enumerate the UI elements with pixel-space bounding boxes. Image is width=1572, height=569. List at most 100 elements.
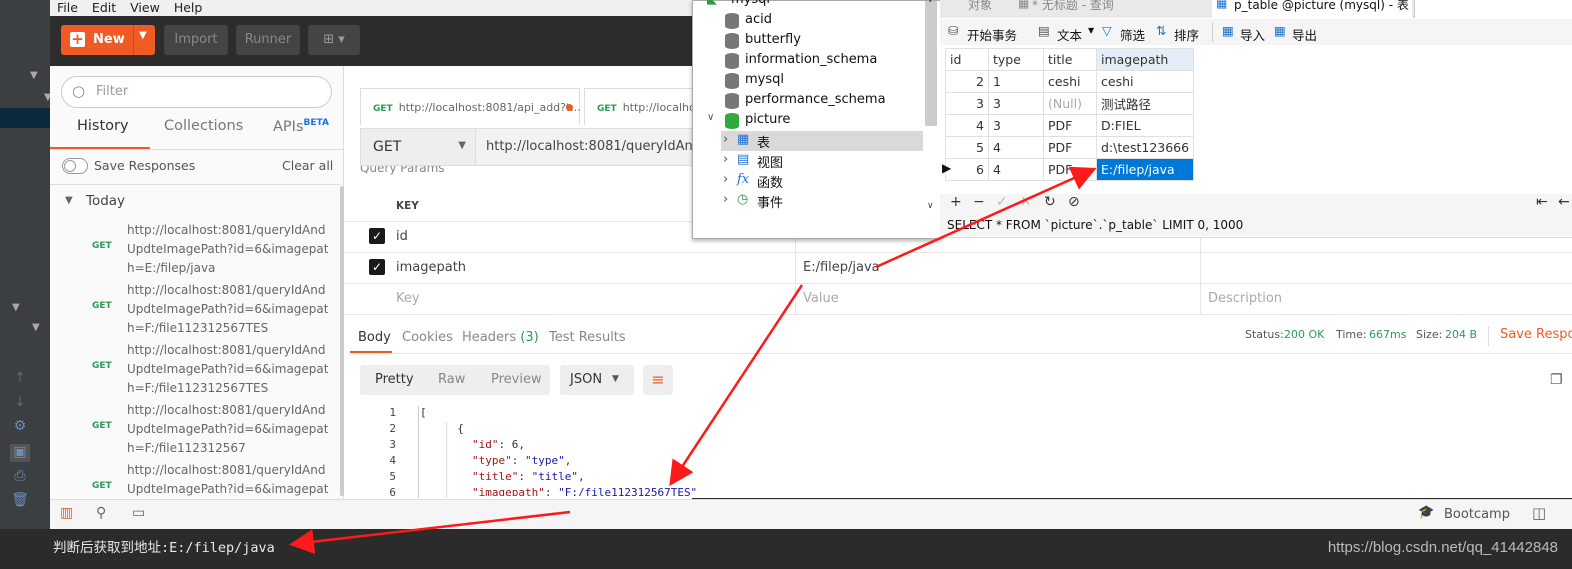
view-raw[interactable]: Raw [438,372,465,387]
chevron-right-icon[interactable]: › [723,152,728,167]
tree-node-butterfly[interactable]: butterfly [745,32,801,47]
request-tab[interactable]: GET http://localhos [584,88,701,125]
chevron-down-icon[interactable]: ∨ [927,201,934,211]
collapse-arrow-icon[interactable]: ▼ [32,322,40,333]
history-item[interactable]: GET http://localhost:8081/queryIdAndUpdt… [50,281,340,341]
bootcamp-button[interactable]: Bootcamp [1444,507,1510,522]
menu-edit[interactable]: Edit [92,0,116,15]
param-value-imagepath[interactable]: E:/filep/java [803,260,880,275]
method-select[interactable]: GET ▼ [360,128,477,166]
tree-node-information-schema[interactable]: information_schema [745,52,877,67]
url-input[interactable]: http://localhost:8081/queryIdAndUp [475,128,694,166]
import-button[interactable]: Import [164,25,228,55]
delete-record-icon[interactable]: − [973,194,985,210]
cell[interactable]: 1 [988,70,1044,93]
chevron-right-icon[interactable]: › [723,132,728,147]
chevron-right-icon[interactable]: › [723,192,728,207]
wrap-lines-icon[interactable]: ≡ [643,365,673,395]
cell[interactable]: PDF [1043,136,1097,159]
copy-icon[interactable]: ❐ [1550,372,1563,388]
tab-p-table-active[interactable]: ▦ p_table @picture (mysql) - 表 [1212,0,1412,18]
prev-page-icon[interactable]: ← [1558,194,1570,210]
new-button[interactable]: + New ▼ [61,25,155,55]
table-row[interactable]: 5 4 PDF d:\test123666 [945,136,1195,159]
trash-icon[interactable]: 🗑 [10,492,30,510]
history-item[interactable]: GET http://localhost:8081/queryIdAndUpdt… [50,461,340,499]
cell[interactable]: 4 [988,136,1044,159]
chevron-right-icon[interactable]: › [723,172,728,187]
import-button[interactable]: 导入 [1240,25,1265,44]
cell[interactable]: 测试路径 [1095,92,1195,115]
tree-node-events[interactable]: 事件 [757,192,783,211]
filter-button[interactable]: 筛选 [1120,25,1145,44]
request-tab[interactable]: GET http://localhost:8081/api_add?t... [360,88,581,125]
column-header[interactable]: imagepath [1095,48,1195,71]
cell[interactable]: d:\test123666 [1095,136,1195,159]
tab-headers[interactable]: Headers (3) [462,330,539,345]
cell[interactable]: D:FIEL [1095,114,1195,137]
cell-null[interactable]: (Null) [1043,92,1097,115]
chevron-down-icon[interactable]: ∨ [927,0,934,5]
console-icon[interactable]: ▭ [132,505,145,521]
chevron-down-icon[interactable]: ▼ [65,195,73,206]
cell[interactable]: 6 [945,158,989,181]
save-responses-toggle[interactable] [62,158,88,174]
text-button[interactable]: 文本 [1057,25,1082,44]
history-item[interactable]: GET http://localhost:8081/queryIdAndUpdt… [50,401,340,461]
param-checkbox[interactable]: ✓ [369,228,385,244]
new-window-button[interactable]: ⊞ ▾ [308,25,360,55]
print-icon[interactable]: ⎙ [10,468,30,486]
two-pane-icon[interactable]: ◫ [1532,504,1546,522]
chevron-down-icon[interactable]: ∨ [707,112,714,123]
response-body[interactable]: 1 2 3 4 5 6 [ { "id": 6, "type": "type",… [350,404,1572,498]
param-key[interactable]: imagepath [396,260,466,275]
cell[interactable]: 3 [988,114,1044,137]
begin-transaction-button[interactable]: 开始事务 [967,25,1017,44]
tree-node-views[interactable]: 视图 [757,152,783,171]
tab-test-results[interactable]: Test Results [549,330,626,345]
table-row[interactable]: 4 3 PDF D:FIEL [945,114,1195,137]
tab-body[interactable]: Body [358,330,391,345]
column-header[interactable]: type [988,48,1044,71]
view-pretty[interactable]: Pretty [375,372,414,387]
cell[interactable]: 4 [988,158,1044,181]
key-placeholder[interactable]: Key [396,291,420,306]
value-placeholder[interactable]: Value [803,291,839,306]
active-tool-icon[interactable]: ▣ [10,444,30,462]
history-item[interactable]: GET http://localhost:8081/queryIdAndUpdt… [50,341,340,401]
save-response-button[interactable]: Save Respon [1500,327,1572,342]
menu-view[interactable]: View [130,0,160,15]
cell[interactable]: 3 [945,92,989,115]
cell[interactable]: 2 [945,70,989,93]
cell[interactable]: PDF [1043,158,1097,181]
tab-collections[interactable]: Collections [164,118,243,134]
cell[interactable]: ceshi [1095,70,1195,93]
cell[interactable]: 4 [945,114,989,137]
up-arrow-icon[interactable]: ↑ [10,370,30,388]
collapse-arrow-icon[interactable]: ▼ [30,70,38,81]
tree-node-tables[interactable]: 表 [757,132,770,151]
tab-cookies[interactable]: Cookies [402,330,453,345]
sidebar-toggle-icon[interactable]: ▥ [60,505,73,521]
menu-file[interactable]: File [57,0,78,15]
column-header[interactable]: title [1043,48,1097,71]
table-row[interactable]: 2 1 ceshi ceshi [945,70,1195,93]
tree-node-acid[interactable]: acid [745,12,772,27]
menu-help[interactable]: Help [174,0,203,15]
tree-node-mysql-conn[interactable]: mysql [731,0,770,7]
cell[interactable]: 3 [988,92,1044,115]
dropdown-caret-icon[interactable]: ▼ [139,30,147,41]
tree-node-mysql[interactable]: mysql [745,72,784,87]
stop-icon[interactable]: ⊘ [1068,194,1080,210]
tab-apis[interactable]: APIsBETA [273,118,329,135]
discard-icon[interactable]: ✕ [1020,194,1032,210]
cell-selected[interactable]: E:/filep/java [1095,158,1195,181]
refresh-icon[interactable]: ↻ [1044,194,1056,210]
cell[interactable]: PDF [1043,114,1097,137]
clear-all-link[interactable]: Clear all [282,158,333,173]
tab-untitled-query[interactable]: * 无标题 - 查询 [1032,0,1114,13]
filter-input[interactable]: ○ Filter [61,76,332,108]
view-preview[interactable]: Preview [491,372,542,387]
history-item[interactable]: GET http://localhost:8081/queryIdAndUpdt… [50,221,340,281]
chevron-down-icon[interactable]: ▼ [1088,26,1094,35]
